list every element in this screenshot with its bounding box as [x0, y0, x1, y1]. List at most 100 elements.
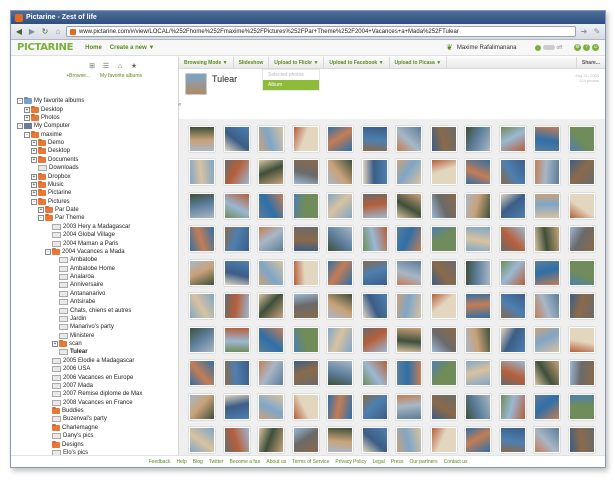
tree-item[interactable]: Buddies	[17, 407, 178, 415]
photo-thumbnail[interactable]	[568, 393, 595, 420]
photo-thumbnail[interactable]	[430, 360, 457, 387]
photo-thumbnail[interactable]	[499, 427, 526, 454]
tree-item[interactable]: + Par Date	[17, 206, 178, 214]
collapse-icon[interactable]: -	[17, 123, 23, 130]
photo-thumbnail[interactable]	[327, 125, 354, 152]
tree-item[interactable]: + Dropbox	[17, 172, 178, 180]
tree-item[interactable]: 2004 Maman a Paris	[17, 239, 178, 247]
photo-thumbnail[interactable]	[327, 293, 354, 320]
photo-thumbnail[interactable]	[223, 360, 250, 387]
expand-icon[interactable]: +	[31, 190, 37, 197]
tree-item[interactable]: + Documents	[17, 155, 178, 164]
photo-thumbnail[interactable]	[258, 125, 285, 152]
photo-thumbnail[interactable]	[361, 192, 388, 219]
footer-link[interactable]: Become a fan	[230, 459, 261, 465]
photo-thumbnail[interactable]	[223, 125, 250, 152]
photo-thumbnail[interactable]	[361, 125, 388, 152]
home-folder-icon[interactable]: ⌂	[116, 62, 124, 70]
photo-thumbnail[interactable]	[465, 226, 492, 253]
photo-thumbnail[interactable]	[534, 259, 561, 286]
tree-item[interactable]: 2004 Global Village	[17, 231, 178, 239]
photo-thumbnail[interactable]	[534, 226, 561, 253]
collapse-icon[interactable]: -	[24, 131, 30, 138]
forward-arrow-icon[interactable]: ▶	[27, 27, 37, 37]
photo-thumbnail[interactable]	[292, 125, 319, 152]
photo-thumbnail[interactable]	[223, 259, 250, 286]
footer-link[interactable]: Twitter	[209, 459, 224, 465]
upload-facebook-button[interactable]: Upload to Facebook ▼	[324, 57, 390, 68]
address-bar[interactable]: www.pictarine.com/#/view/LOCAL/%252Fhome…	[66, 26, 576, 37]
photo-thumbnail[interactable]	[430, 293, 457, 320]
photo-thumbnail[interactable]	[292, 393, 319, 420]
photo-thumbnail[interactable]	[430, 226, 457, 253]
pictarine-logo[interactable]: PICTARINE	[17, 42, 73, 53]
photo-thumbnail[interactable]	[189, 159, 216, 186]
photo-thumbnail[interactable]	[396, 192, 423, 219]
photo-thumbnail[interactable]	[189, 192, 216, 219]
collapse-icon[interactable]: -	[17, 98, 23, 105]
photo-thumbnail[interactable]	[258, 393, 285, 420]
tree-item[interactable]: 2006 Vacances en Europe	[17, 373, 178, 381]
photo-thumbnail[interactable]	[189, 326, 216, 353]
photo-thumbnail[interactable]	[534, 360, 561, 387]
photo-thumbnail[interactable]	[534, 192, 561, 219]
favorite-albums-icon[interactable]: ★	[130, 62, 138, 70]
photo-thumbnail[interactable]	[361, 293, 388, 320]
photo-thumbnail[interactable]	[189, 427, 216, 454]
photo-thumbnail[interactable]	[430, 326, 457, 353]
tree-item[interactable]: Buzenval's party	[17, 415, 178, 423]
tree-item[interactable]: 2003 Hery a Madagascar	[17, 223, 178, 231]
photo-thumbnail[interactable]	[258, 226, 285, 253]
back-arrow-icon[interactable]: ◀	[14, 27, 24, 37]
dropdown-option-selected-photos[interactable]: Selected photos	[263, 70, 319, 80]
photo-thumbnail[interactable]	[396, 427, 423, 454]
photo-thumbnail[interactable]	[499, 393, 526, 420]
photo-thumbnail[interactable]	[568, 293, 595, 320]
tree-item[interactable]: Antananarivo	[17, 290, 178, 298]
photo-thumbnail[interactable]	[292, 293, 319, 320]
photo-thumbnail[interactable]	[430, 259, 457, 286]
expand-icon[interactable]: +	[52, 341, 58, 348]
tree-item[interactable]: 2006 USA	[17, 365, 178, 373]
footer-link[interactable]: Privacy Policy	[335, 459, 366, 465]
photo-thumbnail[interactable]	[534, 326, 561, 353]
tree-item[interactable]: Designs	[17, 440, 178, 448]
expand-icon[interactable]: +	[24, 106, 30, 113]
photo-thumbnail[interactable]	[327, 427, 354, 454]
tree-item[interactable]: Ambatobe	[17, 256, 178, 264]
photo-thumbnail[interactable]	[499, 159, 526, 186]
photo-thumbnail[interactable]	[568, 159, 595, 186]
collapse-icon[interactable]: -	[31, 198, 37, 205]
tree-item[interactable]: Manarivo's party	[17, 323, 178, 331]
collapse-sidebar-icon[interactable]: «	[178, 102, 187, 110]
photo-thumbnail[interactable]	[534, 293, 561, 320]
photo-thumbnail[interactable]	[499, 125, 526, 152]
upload-picasa-button[interactable]: Upload to Picasa ▼	[390, 57, 448, 68]
tree-item[interactable]: Charlemagne	[17, 423, 178, 432]
footer-link[interactable]: Press	[391, 459, 404, 465]
photo-thumbnail[interactable]	[189, 360, 216, 387]
home-icon[interactable]: ⌂	[53, 27, 63, 37]
photo-thumbnail[interactable]	[430, 159, 457, 186]
upload-flickr-button[interactable]: Upload to Flickr ▼	[269, 57, 325, 68]
photo-thumbnail[interactable]	[258, 427, 285, 454]
photo-thumbnail[interactable]	[258, 360, 285, 387]
reload-icon[interactable]: ↻	[40, 27, 50, 37]
photo-thumbnail[interactable]	[568, 427, 595, 454]
tree-item[interactable]: + Desktop	[17, 147, 178, 155]
photo-thumbnail[interactable]	[258, 259, 285, 286]
tree-item[interactable]: + Desktop	[17, 105, 178, 113]
photo-thumbnail[interactable]	[223, 159, 250, 186]
nav-create-new-link[interactable]: Create a new ▼	[110, 45, 155, 51]
photo-thumbnail[interactable]	[396, 293, 423, 320]
photo-thumbnail[interactable]	[568, 259, 595, 286]
tree-item[interactable]: Jardin	[17, 315, 178, 323]
photo-thumbnail[interactable]	[327, 192, 354, 219]
photo-thumbnail[interactable]	[292, 192, 319, 219]
photo-thumbnail[interactable]	[396, 125, 423, 152]
photo-thumbnail[interactable]	[223, 293, 250, 320]
photo-thumbnail[interactable]	[499, 360, 526, 387]
photo-thumbnail[interactable]	[465, 360, 492, 387]
photo-thumbnail[interactable]	[292, 360, 319, 387]
tree-item[interactable]: 2005 Elodie a Madagascar	[17, 357, 178, 365]
